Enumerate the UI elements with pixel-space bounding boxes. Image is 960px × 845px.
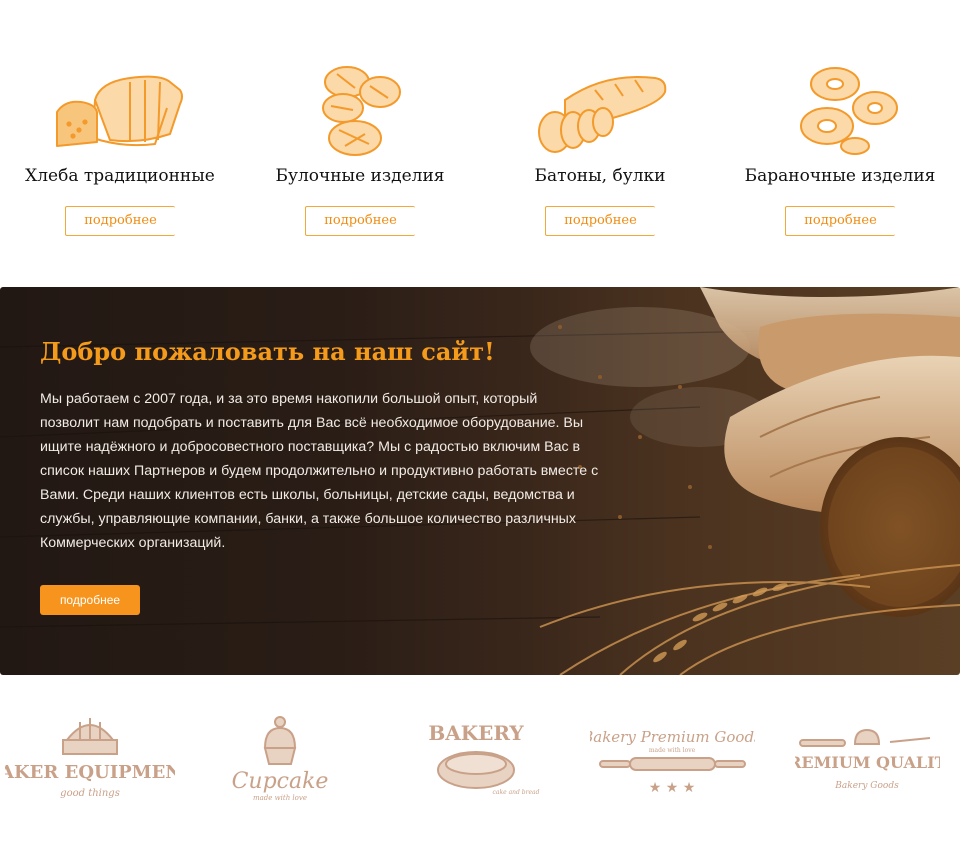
welcome-title: Добро пожаловать на наш сайт! <box>40 337 495 366</box>
logo-main-text: Bakery Premium Goods <box>590 728 755 746</box>
svg-text:★ ★ ★: ★ ★ ★ <box>649 780 696 796</box>
category-more-button[interactable]: подробнее <box>65 206 175 236</box>
pretzels-icon <box>800 67 898 155</box>
welcome-text: Мы работаем с 2007 года, и за это время … <box>40 391 599 551</box>
categories-section: Хлеба традиционные подробнее Булочные из… <box>0 0 960 287</box>
logo-sub-text: good things <box>60 788 120 799</box>
partner-logos: BAKER EQUIPMENT good things Cupcake made… <box>0 700 960 830</box>
category-bagels: Бараночные изделия подробнее <box>720 60 960 236</box>
logo-bakery-premium-goods: Bakery Premium Goods made with love ★ ★ … <box>590 728 755 796</box>
logo-sub-text: cake and bread <box>493 789 540 796</box>
stars-icon: ★ ★ ★ <box>649 780 696 796</box>
logo-bakery: BAKERY cake and bread <box>428 721 540 796</box>
category-traditional-bread: Хлеба традиционные подробнее <box>0 60 240 236</box>
buns-icon <box>322 66 401 156</box>
logo-main-text: BAKER EQUIPMENT <box>5 762 175 783</box>
category-name: Хлеба традиционные <box>25 166 215 186</box>
category-name: Булочные изделия <box>275 166 445 186</box>
bread-loaf-icon <box>56 75 183 147</box>
category-name: Бараночные изделия <box>744 166 936 186</box>
category-name: Батоны, булки <box>534 166 666 186</box>
welcome-more-button[interactable]: подробнее <box>40 585 140 615</box>
category-baguettes: Батоны, булки подробнее <box>480 60 720 236</box>
logo-sub-text: made with love <box>649 747 696 754</box>
category-more-button[interactable]: подробнее <box>545 206 655 236</box>
baguette-icon <box>538 75 667 153</box>
logo-cupcake: Cupcake made with love <box>232 716 329 802</box>
logo-main-text: PREMIUM QUALITY <box>795 753 940 772</box>
category-more-button[interactable]: подробнее <box>305 206 415 236</box>
logo-baker-equipment: BAKER EQUIPMENT good things <box>5 718 175 799</box>
logo-main-text: Cupcake <box>232 769 329 794</box>
logo-sub-text: made with love <box>253 794 307 802</box>
category-more-button[interactable]: подробнее <box>785 206 895 236</box>
logo-premium-quality: PREMIUM QUALITY Bakery Goods <box>795 728 940 791</box>
logo-sub-text: Bakery Goods <box>834 781 899 791</box>
welcome-banner: Добро пожаловать на наш сайт! Мы работае… <box>0 287 960 675</box>
category-buns: Булочные изделия подробнее <box>240 60 480 236</box>
logo-main-text: BAKERY <box>428 721 524 745</box>
